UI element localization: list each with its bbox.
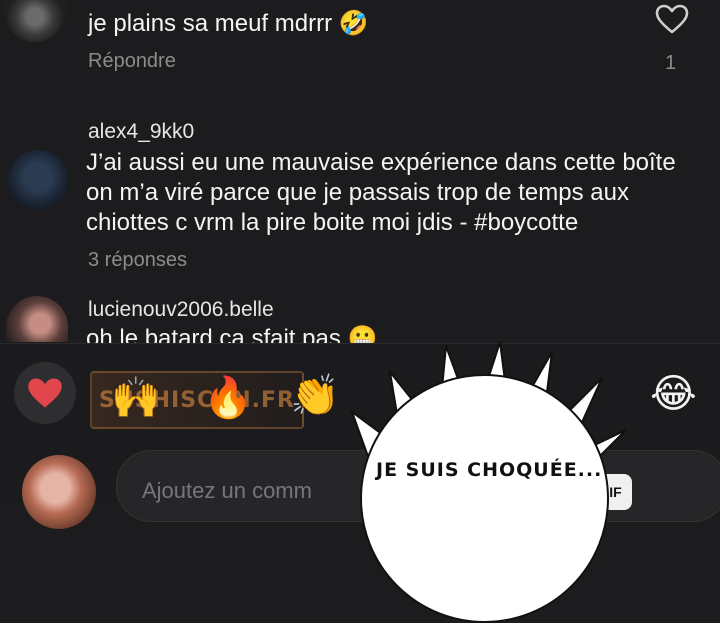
heart-outline-icon[interactable] xyxy=(655,4,689,34)
comment-text: je plains sa meuf mdrrr 🤣 xyxy=(88,10,369,37)
username[interactable]: lucienouv2006.belle xyxy=(88,298,274,322)
heart-icon xyxy=(28,378,62,408)
laughing-emoji-button[interactable]: 😂 xyxy=(650,374,697,414)
speech-bubble-text: JE SUIS CHOQUÉE... xyxy=(376,459,603,481)
view-replies-button[interactable]: 3 réponses xyxy=(88,249,187,272)
reply-button[interactable]: Répondre xyxy=(88,50,176,73)
like-count: 1 xyxy=(665,52,677,74)
avatar[interactable] xyxy=(6,296,68,342)
raising-hands-emoji-button[interactable]: 🙌 xyxy=(111,378,161,418)
reaction-heart-button[interactable] xyxy=(14,362,76,424)
comment-line: chiottes c vrm la pire boite moi jdis - … xyxy=(86,209,579,236)
comment-input-placeholder[interactable]: Ajoutez un comm xyxy=(142,478,312,504)
avatar[interactable] xyxy=(8,150,68,210)
current-user-avatar xyxy=(22,455,96,529)
comment-line: on m’a viré parce que je passais trop de… xyxy=(86,179,629,206)
avatar[interactable] xyxy=(3,0,67,42)
comment-line: J’ai aussi eu une mauvaise expérience da… xyxy=(86,149,676,176)
fire-emoji-button[interactable]: 🔥 xyxy=(203,378,253,418)
username[interactable]: alex4_9kk0 xyxy=(88,120,194,144)
speech-bubble xyxy=(360,374,609,623)
